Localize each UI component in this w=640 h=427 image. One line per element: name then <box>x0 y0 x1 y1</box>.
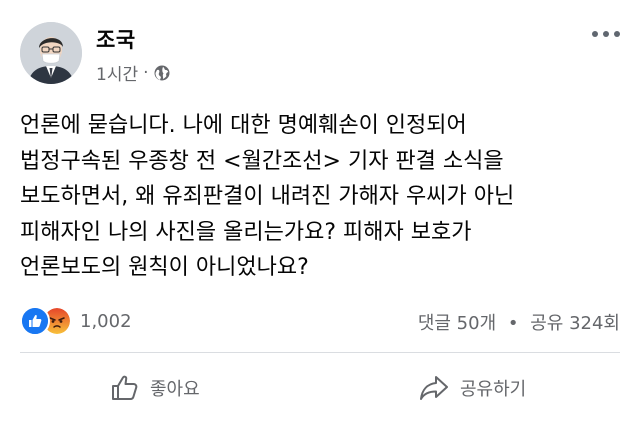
post-body: 언론에 묻습니다. 나에 대한 명예훼손이 인정되어 법정구속된 우종창 전 <… <box>20 108 620 286</box>
more-options-icon[interactable] <box>592 26 620 42</box>
post-text-line: 법정구속된 우종창 전 <월간조선> 기자 판결 소식을 <box>20 148 504 174</box>
like-label: 좋아요 <box>150 379 200 400</box>
post-text-line: 언론보도의 원칙이 아니었나요? <box>20 255 309 280</box>
like-icon <box>20 306 50 336</box>
share-label: 공유하기 <box>460 379 527 400</box>
post-header: 조국 1시간 · <box>0 0 640 100</box>
thumbs-up-icon <box>112 375 138 400</box>
reaction-count[interactable]: 1,002 <box>80 311 132 332</box>
globe-icon[interactable] <box>154 65 170 81</box>
share-arrow-icon <box>420 376 448 400</box>
divider <box>20 352 620 353</box>
avatar-image <box>20 22 82 84</box>
post-meta: 1시간 · <box>96 60 170 85</box>
avatar[interactable] <box>20 22 82 84</box>
comment-count[interactable]: 댓글 50개 <box>418 313 496 334</box>
author-name[interactable]: 조국 <box>96 24 136 54</box>
share-button[interactable]: 공유하기 <box>418 368 526 408</box>
stats-separator: • <box>507 313 519 334</box>
reaction-summary[interactable]: 1,002 <box>20 306 132 336</box>
engagement-stats: 댓글 50개 • 공유 324회 <box>418 309 620 335</box>
post-text-line: 언론에 묻습니다. 나에 대한 명예훼손이 인정되어 <box>20 113 467 138</box>
post-text-line: 피해자인 나의 사진을 올리는가요? 피해자 보호가 <box>20 219 472 245</box>
share-count[interactable]: 공유 324회 <box>530 313 620 334</box>
like-button[interactable]: 좋아요 <box>110 368 200 408</box>
post-time[interactable]: 1시간 <box>96 60 138 85</box>
meta-separator: · <box>143 62 149 83</box>
post-text-line: 보도하면서, 왜 유죄판결이 내려진 가해자 우씨가 아닌 <box>20 184 515 209</box>
